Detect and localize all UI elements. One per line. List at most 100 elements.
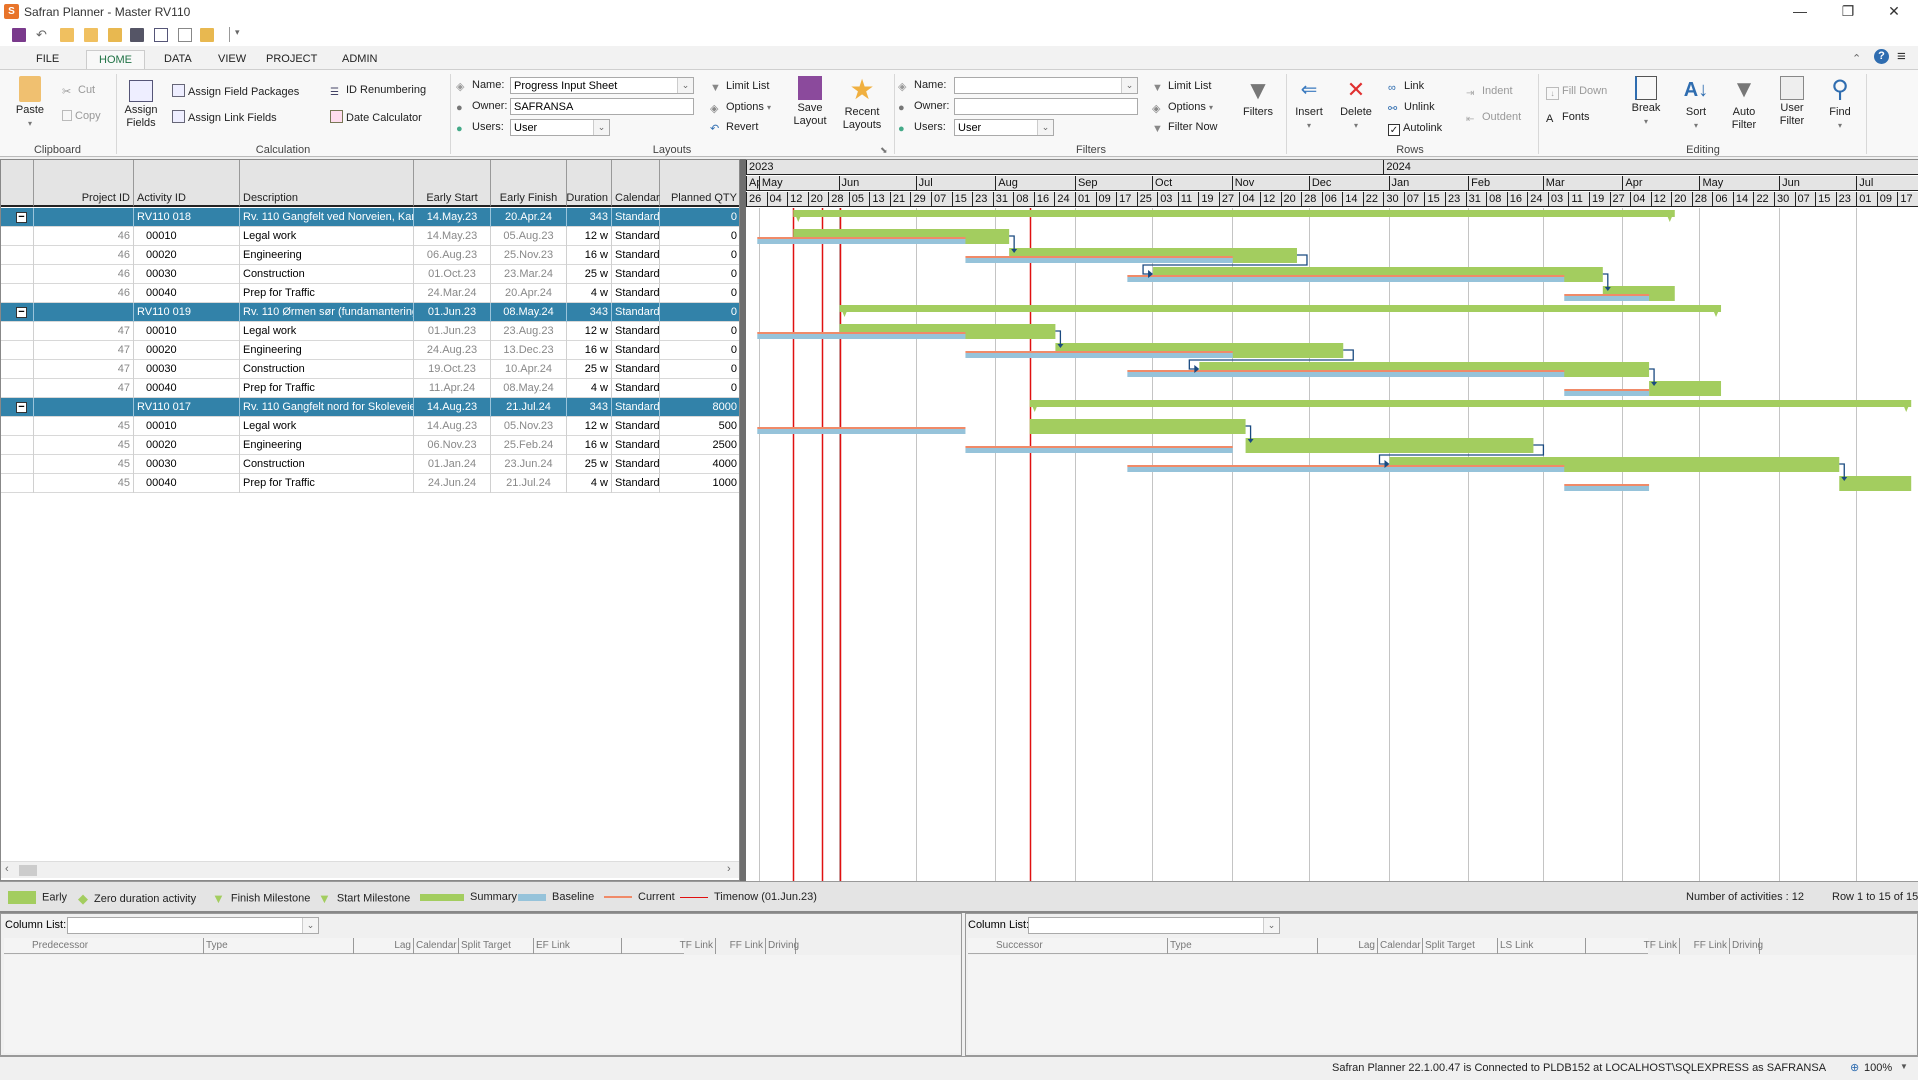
row-selector[interactable] [1,341,34,360]
cell-early-finish[interactable]: 20.Apr.24 [491,208,567,227]
cell-description[interactable]: Prep for Traffic [240,379,414,398]
chevron-down-icon[interactable]: ⌄ [1263,918,1279,933]
cell-planned-qty[interactable]: 0 [660,341,739,360]
cell-calendar[interactable]: Standard [612,227,660,246]
layout-owner-field[interactable]: SAFRANSA [510,98,694,115]
cell-description[interactable]: Legal work [240,322,414,341]
assign-link-fields-button[interactable]: Assign Link Fields [172,110,277,124]
column-header-ls-link[interactable]: LS Link [1498,938,1586,954]
column-header-early-start[interactable]: Early Start [414,160,491,207]
outdent-button[interactable]: ⇤ Outdent [1466,111,1521,127]
assign-fields-button[interactable]: Assign Fields [120,76,162,130]
column-header-calendar[interactable]: Calendar [414,938,459,954]
cell-project-id[interactable]: 46 [34,227,134,246]
successor-column-list-select[interactable]: ⌄ [1028,917,1280,934]
summary-row[interactable]: − RV110 019 Rv. 110 Ørmen sør (fundamanter… [1,303,739,322]
minimize-button[interactable]: — [1778,0,1822,24]
cell-early-start[interactable]: 14.Aug.23 [414,417,491,436]
cell-project-id[interactable]: 46 [34,265,134,284]
table-row[interactable]: 46 00010 Legal work 14.May.23 05.Aug.23 12 wS… [1,227,739,246]
cell-project-id[interactable]: 46 [34,284,134,303]
cell-duration[interactable]: 343 [567,208,612,227]
reopen-icon[interactable] [108,28,122,42]
cut-button[interactable]: ✂ Cut [62,84,95,98]
column-header-ff-link[interactable]: FF Link [716,938,766,954]
chevron-down-icon[interactable]: ⌄ [1037,120,1053,135]
predecessor-column-list-select[interactable]: ⌄ [67,917,319,934]
cell-early-finish[interactable]: 21.Jul.24 [491,398,567,417]
cell-activity-id[interactable]: 00010 [134,227,240,246]
column-header-early-finish[interactable]: Early Finish [491,160,567,207]
row-selector[interactable]: − [1,398,34,417]
column-header-lag[interactable]: Lag [1318,938,1378,954]
table-row[interactable]: 47 00040 Prep for Traffic 11.Apr.24 08.May.2… [1,379,739,398]
column-header-calendar[interactable]: Calendar [1378,938,1423,954]
menu-icon[interactable]: ≡ [1897,48,1906,65]
column-header-duration[interactable]: Duration [566,160,612,207]
cell-activity-id[interactable]: 00030 [134,265,240,284]
cell-planned-qty[interactable]: 0 [660,322,739,341]
column-header-driving[interactable]: Driving [766,938,799,954]
column-header-calendar[interactable]: Calendar [612,160,660,207]
row-selector[interactable] [1,417,34,436]
save-as-icon[interactable] [130,28,144,42]
recent-layouts-button[interactable]: ★ Recent Layouts [836,76,888,132]
close-button[interactable]: ✕ [1872,0,1916,24]
cell-planned-qty[interactable]: 0 [660,303,739,322]
cell-calendar[interactable]: Standard [612,341,660,360]
column-header-driving[interactable]: Driving [1730,938,1763,954]
cell-early-finish[interactable]: 23.Jun.24 [491,455,567,474]
horizontal-scrollbar[interactable]: ‹ › [1,861,739,878]
cell-description[interactable]: Prep for Traffic [240,474,414,493]
restore-button[interactable]: ❐ [1826,0,1870,24]
open-folder-icon[interactable] [84,28,98,42]
filter-owner-field[interactable] [954,98,1138,115]
indent-button[interactable]: ⇥ Indent [1466,85,1513,101]
tab-project[interactable]: PROJECT [254,50,329,70]
cell-duration[interactable]: 12 w [567,417,612,436]
cell-calendar[interactable]: Standard [612,284,660,303]
cell-early-finish[interactable]: 25.Feb.24 [491,436,567,455]
cell-early-finish[interactable]: 23.Mar.24 [491,265,567,284]
collapse-icon[interactable]: − [16,402,27,413]
cell-activity-id[interactable]: 00040 [134,379,240,398]
cell-description[interactable]: Construction [240,360,414,379]
table-row[interactable]: 46 00030 Construction 01.Oct.23 23.Mar.24 25 … [1,265,739,284]
cell-description[interactable]: Legal work [240,227,414,246]
find-button[interactable]: ⚲ Find ▾ [1818,76,1862,132]
cell-early-finish[interactable]: 13.Dec.23 [491,341,567,360]
cell-planned-qty[interactable]: 0 [660,379,739,398]
row-selector[interactable] [1,246,34,265]
table-icon[interactable] [154,28,168,42]
cell-activity-id[interactable]: 00010 [134,322,240,341]
assign-field-packages-button[interactable]: Assign Field Packages [172,84,299,98]
cell-calendar[interactable]: Standard [612,360,660,379]
scroll-right-icon[interactable]: › [727,863,731,875]
cell-planned-qty[interactable]: 8000 [660,398,739,417]
collapse-icon[interactable]: − [16,212,27,223]
table-row[interactable]: 46 00020 Engineering 06.Aug.23 25.Nov.23 16 w… [1,246,739,265]
cell-early-start[interactable]: 01.Oct.23 [414,265,491,284]
cell-project-id[interactable] [34,398,134,417]
user-filter-button[interactable]: User Filter [1770,76,1814,128]
cell-early-start[interactable]: 06.Aug.23 [414,246,491,265]
cell-early-start[interactable]: 01.Jun.23 [414,303,491,322]
print-preview-icon[interactable] [178,28,192,42]
cell-description[interactable]: Construction [240,265,414,284]
scroll-left-icon[interactable]: ‹ [5,863,9,875]
summary-row[interactable]: − RV110 017 Rv. 110 Gangfelt nord for Skol… [1,398,739,417]
chevron-down-icon[interactable]: ⌄ [593,120,609,135]
row-selector[interactable]: − [1,303,34,322]
row-selector[interactable] [1,436,34,455]
cell-duration[interactable]: 343 [567,303,612,322]
cell-project-id[interactable]: 45 [34,436,134,455]
cell-calendar[interactable]: Standard [612,303,660,322]
cell-early-start[interactable]: 24.Aug.23 [414,341,491,360]
cell-description[interactable]: Rv. 110 Gangfelt ved Norveien, Kar [240,208,414,227]
paste-button[interactable]: Paste ▾ [10,76,50,130]
cell-calendar[interactable]: Standard [612,436,660,455]
cell-early-start[interactable]: 14.May.23 [414,227,491,246]
table-row[interactable]: 45 00030 Construction 01.Jan.24 23.Jun.24 25 … [1,455,739,474]
row-selector[interactable] [1,474,34,493]
filters-button[interactable]: ▼ Filters [1236,76,1280,119]
